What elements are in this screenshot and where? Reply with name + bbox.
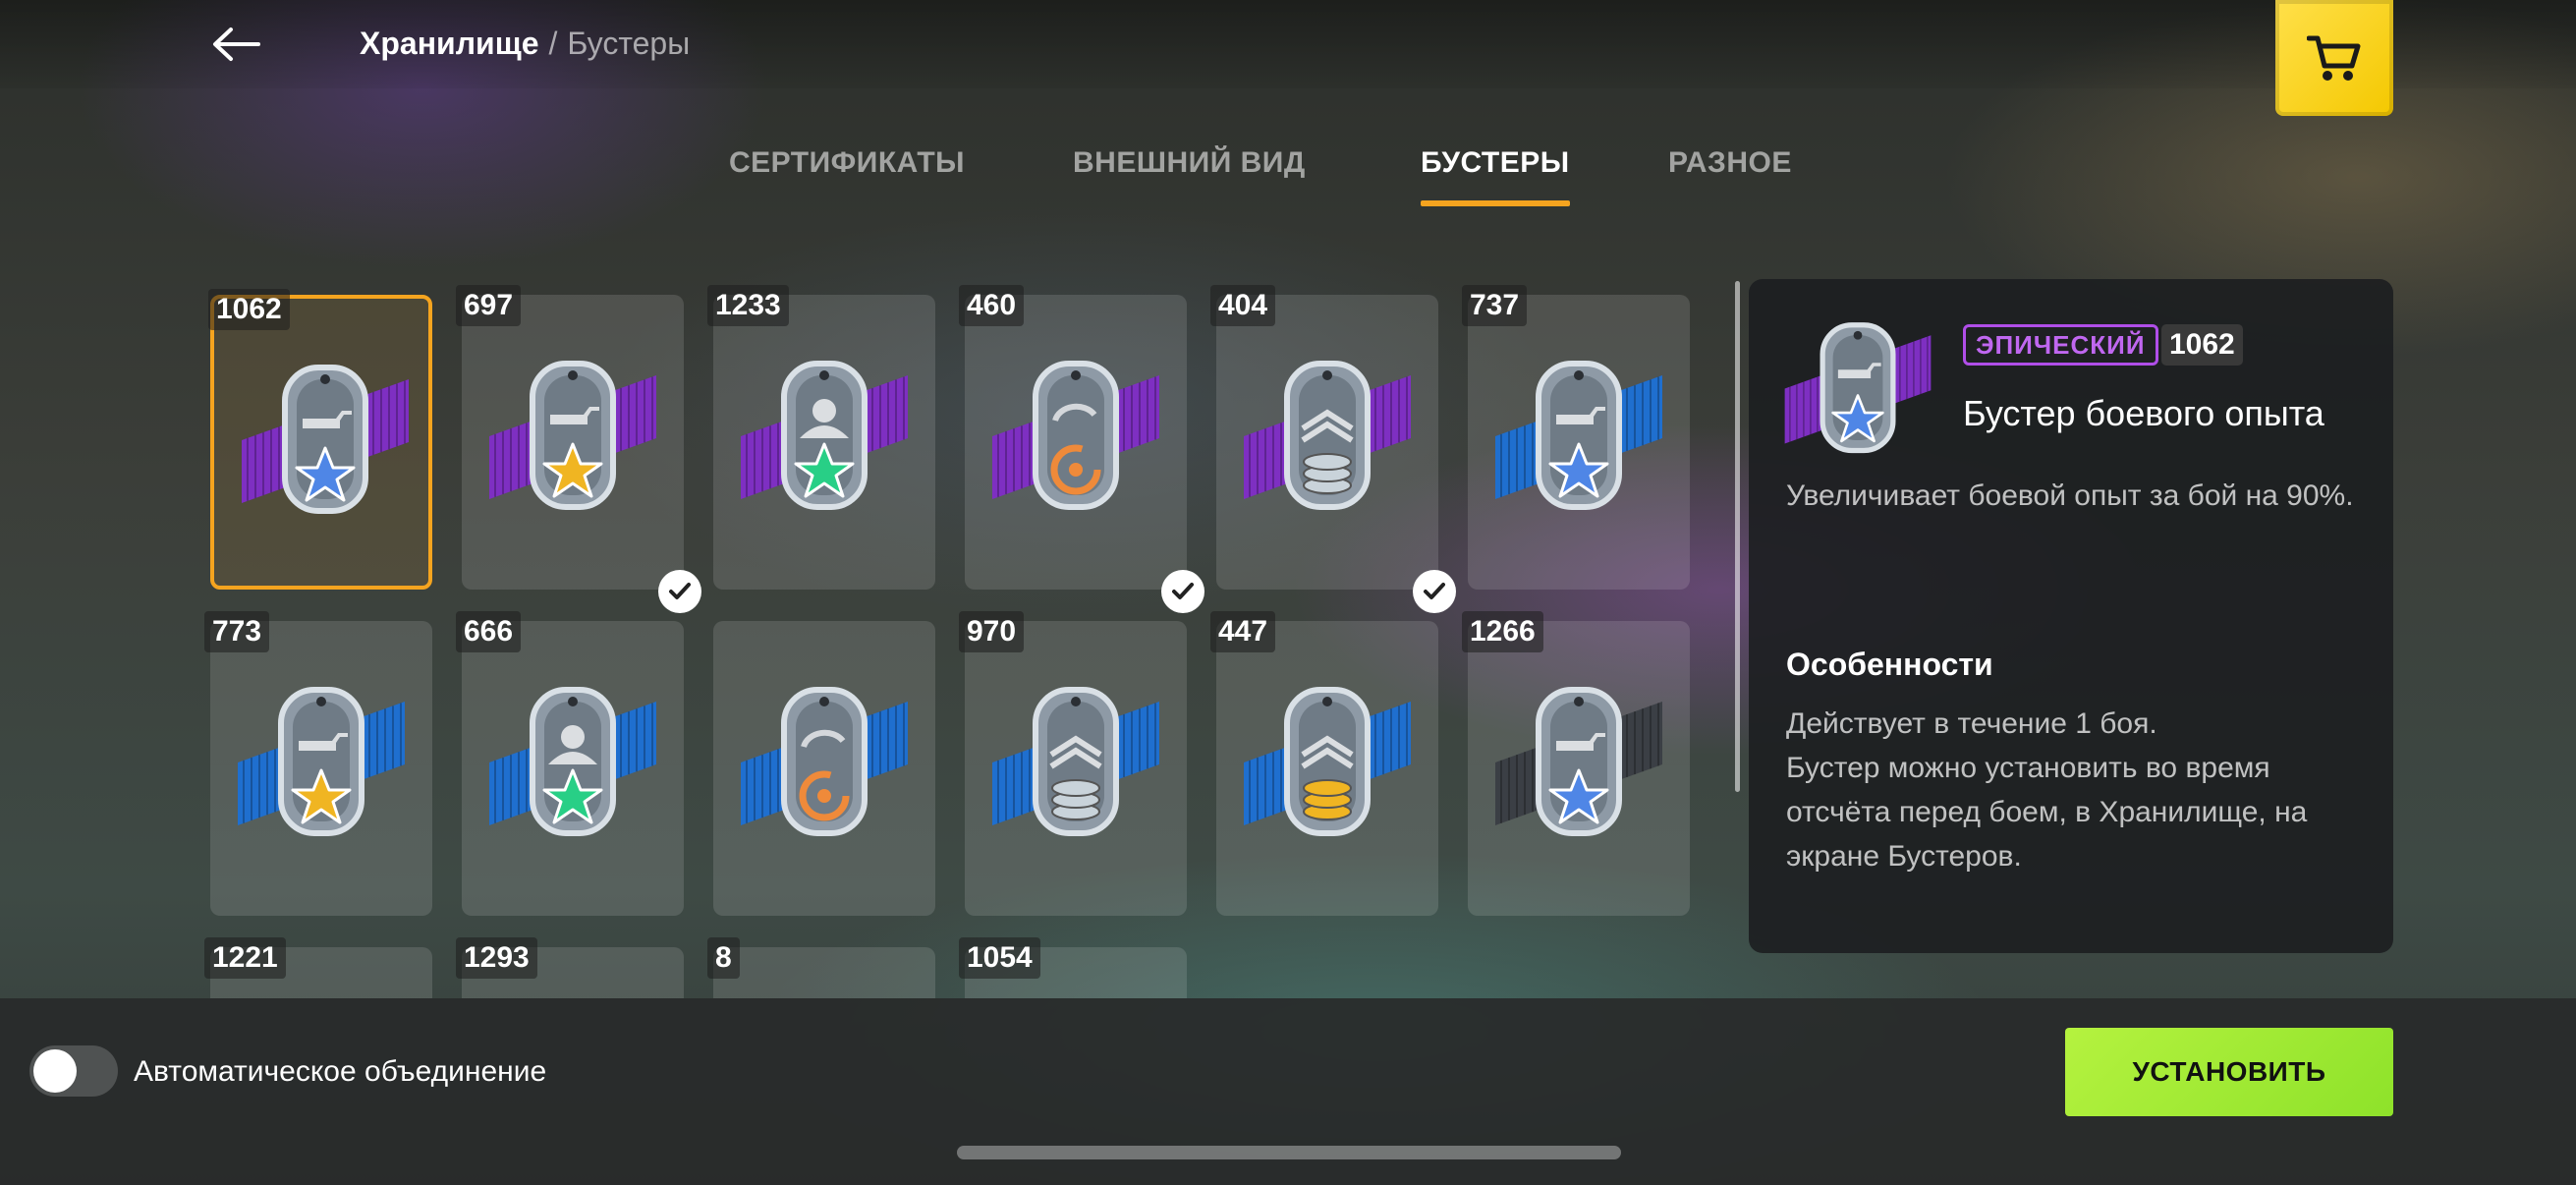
detail-booster-icon <box>1784 316 1941 454</box>
booster-count: 666 <box>456 611 522 652</box>
booster-count: 447 <box>1210 611 1276 652</box>
home-indicator[interactable] <box>957 1146 1621 1159</box>
shop-cart-button[interactable] <box>2275 0 2393 116</box>
booster-title: Бустер боевого опыта <box>1963 393 2324 433</box>
booster-card[interactable]: 773 <box>204 611 432 916</box>
booster-card[interactable]: 1293 <box>456 937 684 998</box>
booster-card[interactable]: 970 <box>959 611 1187 916</box>
toggle-knob <box>33 1049 77 1093</box>
booster-badge-icon <box>741 354 908 511</box>
breadcrumb-separator: / <box>548 26 558 61</box>
features-text: Действует в течение 1 боя. Бустер можно … <box>1786 707 2308 873</box>
booster-card[interactable]: 666 <box>456 611 684 916</box>
booster-badge-icon <box>1495 680 1662 837</box>
booster-badge-icon <box>489 680 656 837</box>
booster-card[interactable]: 697 <box>456 285 701 613</box>
breadcrumb: Хранилище / Бустеры <box>360 26 690 62</box>
booster-count: 1062 <box>208 289 290 330</box>
booster-badge-icon <box>1495 354 1662 511</box>
category-tabs: СЕРТИФИКАТЫ ВНЕШНИЙ ВИД БУСТЕРЫ РАЗНОЕ <box>0 141 2576 210</box>
booster-card[interactable]: 8 <box>707 937 935 998</box>
booster-card[interactable] <box>713 621 935 916</box>
install-button[interactable]: УСТАНОВИТЬ <box>2065 1028 2393 1116</box>
booster-card[interactable]: 1062 <box>208 289 432 590</box>
back-button[interactable] <box>206 20 265 69</box>
booster-grid: 1062 697 1233 460 404 737 773 666 970 44… <box>187 285 1719 998</box>
booster-card[interactable]: 1054 <box>959 937 1187 998</box>
booster-detail-panel: ЭПИЧЕСКИЙ 1062 Бустер боевого опыта Увел… <box>1749 279 2393 953</box>
booster-count: 1293 <box>456 937 537 979</box>
booster-card[interactable]: 460 <box>959 285 1204 613</box>
breadcrumb-current: Бустеры <box>567 26 691 61</box>
booster-card[interactable]: 1266 <box>1462 611 1690 916</box>
booster-count: 1221 <box>204 937 286 979</box>
tab-appearance[interactable]: ВНЕШНИЙ ВИД <box>1073 141 1306 210</box>
booster-badge-icon <box>992 354 1159 511</box>
grid-scrollbar-thumb[interactable] <box>1735 281 1740 792</box>
booster-count: 1054 <box>959 937 1040 979</box>
auto-merge-toggle[interactable] <box>29 1045 118 1097</box>
booster-badge-icon <box>238 680 405 837</box>
booster-badge-icon <box>1244 354 1411 511</box>
booster-count: 1233 <box>707 285 789 326</box>
booster-description: Увеличивает боевой опыт за бой на 90%. <box>1786 480 2354 512</box>
check-icon <box>1413 570 1456 613</box>
tab-certificates[interactable]: СЕРТИФИКАТЫ <box>729 141 965 210</box>
booster-card[interactable]: 1221 <box>204 937 432 998</box>
booster-badge-icon <box>1244 680 1411 837</box>
check-icon <box>658 570 701 613</box>
booster-card[interactable]: 737 <box>1462 285 1690 590</box>
booster-badge-icon <box>741 680 908 837</box>
booster-badge-icon <box>242 358 409 515</box>
detail-count-badge: 1062 <box>2161 324 2243 366</box>
booster-card[interactable]: 404 <box>1210 285 1456 613</box>
booster-card[interactable]: 447 <box>1210 611 1438 916</box>
grid-scrollbar[interactable] <box>1735 281 1740 792</box>
booster-count: 1266 <box>1462 611 1543 652</box>
booster-badge-icon <box>992 680 1159 837</box>
check-icon <box>1161 570 1204 613</box>
tab-misc[interactable]: РАЗНОЕ <box>1668 141 1792 210</box>
booster-count: 8 <box>707 937 740 979</box>
cart-icon <box>2307 35 2361 81</box>
booster-count: 773 <box>204 611 270 652</box>
booster-count: 460 <box>959 285 1025 326</box>
arrow-left-icon <box>213 28 260 61</box>
rarity-badge: ЭПИЧЕСКИЙ <box>1963 324 2158 366</box>
booster-card[interactable]: 1233 <box>707 285 935 590</box>
booster-count: 970 <box>959 611 1025 652</box>
booster-count: 697 <box>456 285 522 326</box>
booster-badge-icon <box>489 354 656 511</box>
auto-merge-label: Автоматическое объединение <box>134 1055 547 1088</box>
features-heading: Особенности <box>1786 647 1993 682</box>
booster-count: 404 <box>1210 285 1276 326</box>
booster-count: 737 <box>1462 285 1528 326</box>
tab-boosters[interactable]: БУСТЕРЫ <box>1421 141 1570 210</box>
breadcrumb-root[interactable]: Хранилище <box>360 26 538 62</box>
